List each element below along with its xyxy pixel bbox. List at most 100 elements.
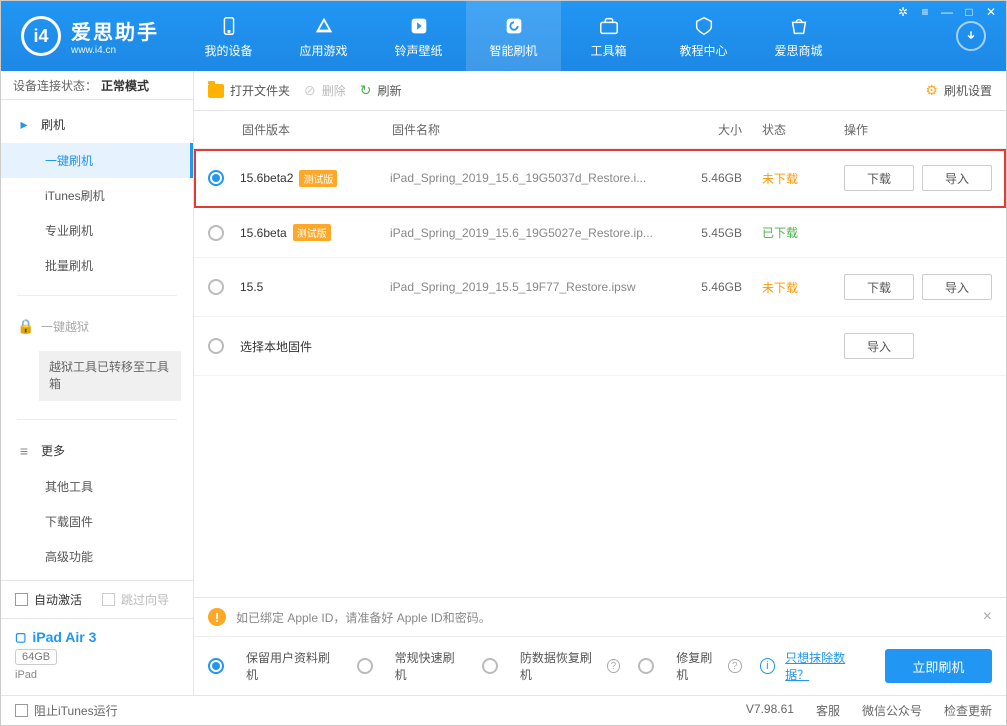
radio-icon xyxy=(482,658,498,674)
nav-item[interactable]: 我的设备 xyxy=(181,1,276,71)
auto-activate-row: 自动激活 跳过向导 xyxy=(1,581,193,618)
skip-wizard-checkbox[interactable] xyxy=(102,593,115,606)
sidebar: 设备连接状态： 正常模式 ▸ 刷机 一键刷机 iTunes刷机 专业刷机 批量刷… xyxy=(1,71,194,695)
firmware-size: 5.45GB xyxy=(662,226,742,240)
firmware-list: 15.6beta2测试版iPad_Spring_2019_15.6_19G503… xyxy=(194,149,1006,376)
header: i4 爱思助手 www.i4.cn 我的设备应用游戏铃声壁纸智能刷机工具箱教程中… xyxy=(1,1,1006,71)
open-folder-button[interactable]: 打开文件夹 xyxy=(208,82,290,99)
radio-icon xyxy=(357,658,373,674)
nav-item[interactable]: 教程中心 xyxy=(656,1,751,71)
version-label: V7.98.61 xyxy=(746,702,794,719)
device-icon: ▢ xyxy=(15,630,26,644)
firmware-status: 未下载 xyxy=(742,170,832,187)
sidebar-head-jailbreak: 🔒 一键越狱 xyxy=(1,308,193,345)
delete-icon: ⊘ xyxy=(304,82,316,99)
radio-icon[interactable] xyxy=(208,338,224,354)
warning-icon: ! xyxy=(208,608,226,626)
firmware-name: iPad_Spring_2019_15.6_19G5037d_Restore.i… xyxy=(390,171,662,185)
main-content: 打开文件夹 ⊘ 删除 ↻ 刷新 ⚙ 刷机设置 固件版本 固件名称 大小 状态 操… xyxy=(194,71,1006,695)
nav-icon xyxy=(312,14,336,38)
download-button[interactable]: 下载 xyxy=(844,165,914,191)
radio-icon[interactable] xyxy=(208,225,224,241)
flash-settings-button[interactable]: ⚙ 刷机设置 xyxy=(925,82,992,99)
sidebar-item-advanced[interactable]: 高级功能 xyxy=(1,539,193,574)
auto-activate-checkbox[interactable] xyxy=(15,593,28,606)
warning-bar: ! 如已绑定 Apple ID，请准备好 Apple ID和密码。 × xyxy=(194,598,1006,637)
firmware-name: iPad_Spring_2019_15.5_19F77_Restore.ipsw xyxy=(390,280,662,294)
refresh-button[interactable]: ↻ 刷新 xyxy=(360,82,402,99)
import-button[interactable]: 导入 xyxy=(844,333,914,359)
device-card[interactable]: ▢ iPad Air 3 64GB iPad xyxy=(1,618,193,695)
download-button[interactable]: 下载 xyxy=(844,274,914,300)
nav-item[interactable]: 智能刷机 xyxy=(466,1,561,71)
help-icon[interactable]: ? xyxy=(728,659,741,673)
delete-button[interactable]: ⊘ 删除 xyxy=(304,82,346,99)
download-manager-icon[interactable] xyxy=(956,21,986,51)
sidebar-item-pro[interactable]: 专业刷机 xyxy=(1,213,193,248)
sidebar-item-oneclick[interactable]: 一键刷机 xyxy=(1,143,193,178)
flash-icon: ▸ xyxy=(17,116,31,133)
sidebar-item-batch[interactable]: 批量刷机 xyxy=(1,248,193,283)
top-nav: 我的设备应用游戏铃声壁纸智能刷机工具箱教程中心爱思商城 xyxy=(181,1,956,71)
statusbar: 阻止iTunes运行 V7.98.61 客服 微信公众号 检查更新 xyxy=(1,695,1006,725)
settings-icon[interactable]: ✲ xyxy=(896,5,910,19)
action-row: 保留用户资料刷机 常规快速刷机 防数据恢复刷机 ? 修复刷机 ? i xyxy=(194,637,1006,695)
close-warning-button[interactable]: × xyxy=(983,608,992,626)
option-keep-data[interactable]: 保留用户资料刷机 xyxy=(208,649,339,683)
radio-icon[interactable] xyxy=(208,170,224,186)
firmware-row[interactable]: 15.6beta2测试版iPad_Spring_2019_15.6_19G503… xyxy=(194,149,1006,208)
sidebar-head-more[interactable]: ≡ 更多 xyxy=(1,432,193,469)
lock-icon: 🔒 xyxy=(17,318,31,335)
nav-item[interactable]: 工具箱 xyxy=(561,1,656,71)
update-link[interactable]: 检查更新 xyxy=(944,702,992,719)
import-button[interactable]: 导入 xyxy=(922,274,992,300)
option-recovery[interactable]: 防数据恢复刷机 ? xyxy=(482,649,620,683)
sidebar-head-flash[interactable]: ▸ 刷机 xyxy=(1,106,193,143)
option-erase-link[interactable]: i 只想抹除数据？ xyxy=(760,649,867,683)
storage-badge: 64GB xyxy=(15,649,57,665)
import-button[interactable]: 导入 xyxy=(922,165,992,191)
firmware-status: 未下载 xyxy=(742,279,832,296)
app-title: 爱思助手 xyxy=(71,16,159,45)
firmware-size: 5.46GB xyxy=(662,171,742,185)
minimize-icon[interactable]: — xyxy=(940,5,954,19)
maximize-icon[interactable]: □ xyxy=(962,5,976,19)
help-icon[interactable]: ? xyxy=(607,659,621,673)
connection-status: 设备连接状态： 正常模式 xyxy=(1,71,193,100)
nav-icon xyxy=(597,14,621,38)
refresh-icon: ↻ xyxy=(360,82,372,99)
radio-icon[interactable] xyxy=(208,279,224,295)
nav-item[interactable]: 铃声壁纸 xyxy=(371,1,466,71)
firmware-status: 已下载 xyxy=(742,224,832,241)
option-repair[interactable]: 修复刷机 ? xyxy=(638,649,741,683)
info-icon: i xyxy=(760,658,776,674)
gear-icon: ⚙ xyxy=(925,82,938,99)
support-link[interactable]: 客服 xyxy=(816,702,840,719)
start-flash-button[interactable]: 立即刷机 xyxy=(885,649,992,683)
menu-icon[interactable]: ≡ xyxy=(918,5,932,19)
folder-icon xyxy=(208,84,224,98)
nav-icon xyxy=(692,14,716,38)
firmware-row[interactable]: 15.5iPad_Spring_2019_15.5_19F77_Restore.… xyxy=(194,258,1006,317)
nav-item[interactable]: 爱思商城 xyxy=(751,1,846,71)
firmware-row[interactable]: 15.6beta测试版iPad_Spring_2019_15.6_19G5027… xyxy=(194,208,1006,258)
nav-icon xyxy=(217,14,241,38)
firmware-name: iPad_Spring_2019_15.6_19G5027e_Restore.i… xyxy=(390,226,662,240)
toolbar: 打开文件夹 ⊘ 删除 ↻ 刷新 ⚙ 刷机设置 xyxy=(194,71,1006,111)
firmware-size: 5.46GB xyxy=(662,280,742,294)
radio-icon xyxy=(208,658,224,674)
jailbreak-note: 越狱工具已转移至工具箱 xyxy=(39,351,181,401)
beta-badge: 测试版 xyxy=(299,170,337,187)
firmware-row[interactable]: 选择本地固件导入 xyxy=(194,317,1006,376)
block-itunes-checkbox[interactable] xyxy=(15,704,28,717)
close-icon[interactable]: ✕ xyxy=(984,5,998,19)
wechat-link[interactable]: 微信公众号 xyxy=(862,702,922,719)
sidebar-item-itunes[interactable]: iTunes刷机 xyxy=(1,178,193,213)
nav-icon xyxy=(407,14,431,38)
table-header: 固件版本 固件名称 大小 状态 操作 xyxy=(194,111,1006,149)
nav-item[interactable]: 应用游戏 xyxy=(276,1,371,71)
nav-icon xyxy=(787,14,811,38)
sidebar-item-other[interactable]: 其他工具 xyxy=(1,469,193,504)
option-quick[interactable]: 常规快速刷机 xyxy=(357,649,464,683)
sidebar-item-downloadfw[interactable]: 下载固件 xyxy=(1,504,193,539)
